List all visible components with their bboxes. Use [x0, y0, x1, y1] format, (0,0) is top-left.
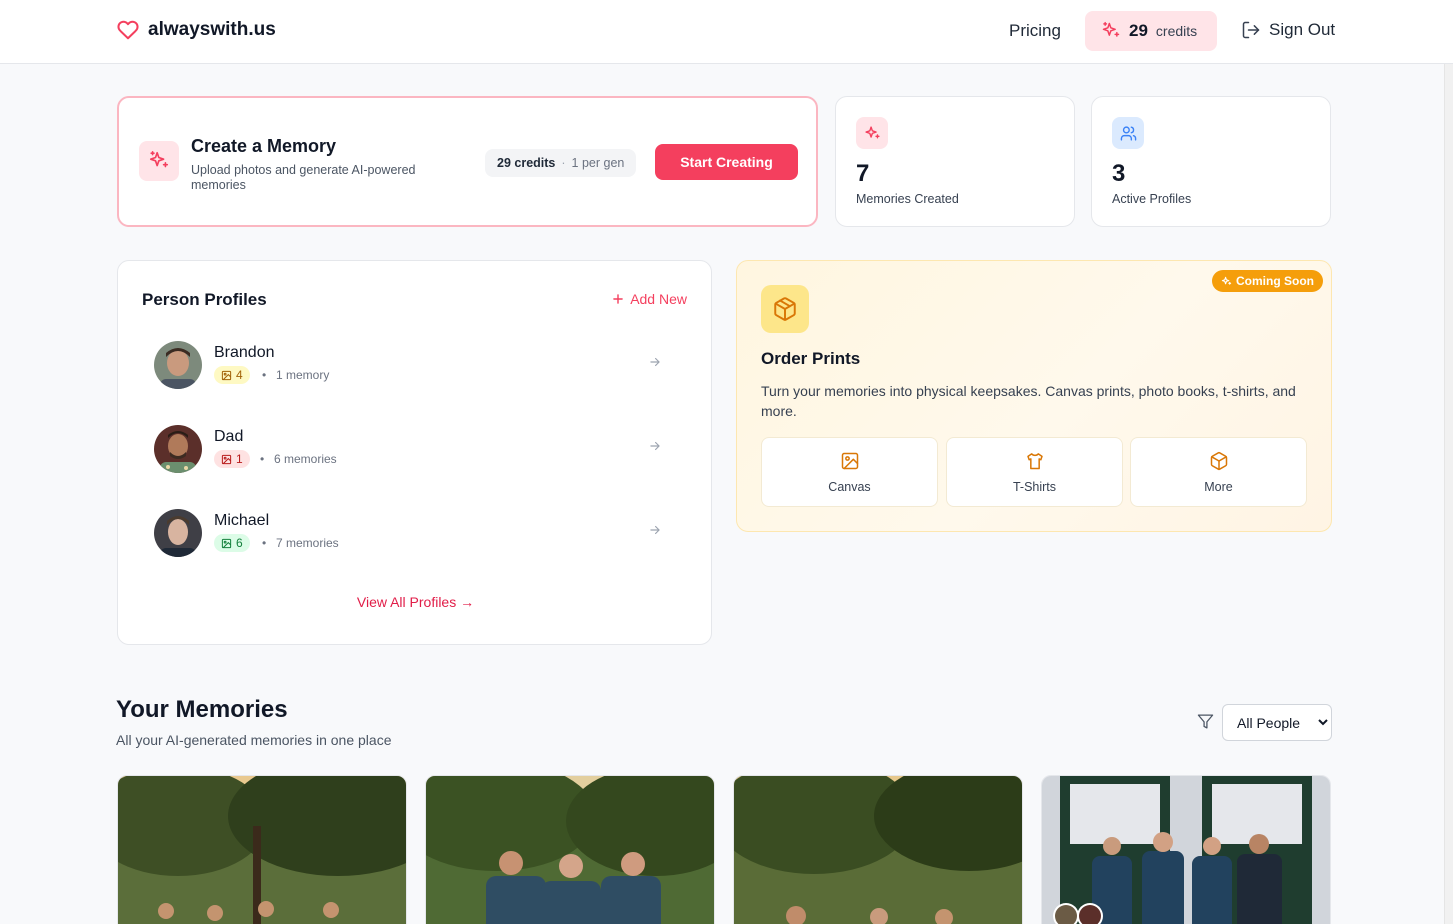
stat-icon-box [1112, 117, 1144, 149]
stat-value: 7 [856, 160, 870, 187]
arrow-right-icon [650, 525, 660, 535]
add-new-profile-button[interactable]: Add New [611, 291, 687, 307]
order-prints-card: Coming Soon Order Prints Turn your memor… [736, 260, 1332, 532]
filter-icon [1197, 714, 1214, 729]
sign-out-label: Sign Out [1269, 20, 1336, 39]
memory-thumbnail [1042, 776, 1330, 924]
memory-card[interactable] [425, 775, 715, 924]
photo-count: 1 [236, 452, 243, 466]
package-icon [774, 297, 796, 321]
package-icon [1210, 451, 1227, 471]
create-icon [139, 141, 179, 181]
users-icon [1120, 125, 1136, 141]
memory-card[interactable] [733, 775, 1023, 924]
logo[interactable]: alwayswith.us [117, 19, 276, 41]
photo-count-badge: 6 [214, 534, 250, 552]
memory-count: 1 memory [276, 368, 330, 382]
profile-row-brandon[interactable]: Brandon 4 • 1 memory [154, 341, 680, 391]
avatar [154, 341, 202, 389]
stat-card-memories: 7 Memories Created [835, 96, 1075, 227]
page-scrollbar[interactable] [1444, 0, 1453, 924]
stat-icon-box [856, 117, 888, 149]
photo-count-badge: 1 [214, 450, 250, 468]
per-gen-label: 1 per gen [571, 156, 625, 170]
shirt-icon [1026, 453, 1043, 470]
profile-name: Dad [214, 428, 244, 445]
separator-dot: • [260, 452, 265, 466]
create-memory-title: Create a Memory [191, 136, 337, 156]
credits-chip-count: 29 credits [497, 156, 556, 170]
memory-thumbnail [734, 776, 1022, 924]
create-memory-card: Create a Memory Upload photos and genera… [117, 96, 818, 227]
avatar [154, 509, 202, 557]
memory-card[interactable] [117, 775, 407, 924]
memory-count: 7 memories [276, 536, 339, 550]
credits-label: credits [1155, 23, 1198, 39]
image-icon [221, 538, 232, 548]
image-icon [221, 454, 232, 464]
package-icon-box [761, 285, 809, 333]
people-filter-select[interactable]: All People [1222, 704, 1332, 741]
logout-icon [1242, 21, 1260, 39]
profile-row-michael[interactable]: Michael 6 • 7 memories [154, 509, 680, 559]
print-option-tshirts[interactable]: T-Shirts [946, 437, 1123, 507]
sparkles-icon [864, 125, 880, 138]
credits-count: 29 [1129, 21, 1148, 40]
person-profiles-title: Person Profiles [142, 290, 267, 309]
heart-icon [117, 20, 139, 40]
separator-dot: • [262, 536, 267, 550]
logo-text: alwayswith.us [148, 19, 276, 40]
stat-card-profiles: 3 Active Profiles [1091, 96, 1331, 227]
memory-thumbnail [426, 776, 714, 924]
separator-dot: · [561, 156, 566, 170]
stat-label: Memories Created [856, 192, 959, 206]
sparkles-icon [149, 151, 169, 168]
your-memories-title: Your Memories [116, 696, 288, 723]
photo-count: 4 [236, 368, 243, 382]
add-new-label: Add New [630, 291, 687, 307]
arrow-right-icon [650, 357, 660, 367]
plus-icon [613, 294, 623, 304]
order-prints-description: Turn your memories into physical keepsak… [761, 383, 1296, 419]
sign-out-button[interactable]: Sign Out [1241, 20, 1335, 40]
memory-thumbnail [118, 776, 406, 924]
credits-badge[interactable]: 29 credits [1085, 11, 1217, 51]
coming-soon-badge: Coming Soon [1212, 270, 1323, 292]
sparkles-icon [1221, 276, 1232, 285]
profile-row-dad[interactable]: Dad 1 • 6 memories [154, 425, 680, 475]
profile-name: Brandon [214, 344, 275, 361]
view-all-profiles-link[interactable]: View All Profiles → [118, 594, 713, 610]
memory-card[interactable] [1041, 775, 1331, 924]
create-memory-description: Upload photos and generate AI-powered me… [191, 163, 416, 192]
avatar [154, 425, 202, 473]
print-option-label: T-Shirts [1012, 480, 1057, 494]
sparkles-icon [1102, 21, 1120, 37]
pricing-link[interactable]: Pricing [1009, 21, 1061, 41]
photo-count-badge: 4 [214, 366, 250, 384]
start-creating-button[interactable]: Start Creating [655, 144, 798, 180]
image-icon [221, 370, 232, 380]
stat-label: Active Profiles [1112, 192, 1192, 206]
person-profiles-card: Person Profiles Add New Brandon 4 • 1 me… [117, 260, 712, 645]
stat-value: 3 [1112, 160, 1126, 187]
print-option-label: Canvas [828, 480, 871, 494]
order-prints-title: Order Prints [761, 349, 861, 368]
memory-count: 6 memories [274, 452, 337, 466]
print-option-more[interactable]: More [1130, 437, 1307, 507]
top-navbar: alwayswith.us Pricing 29 credits Sign Ou… [0, 0, 1453, 64]
photo-count: 6 [236, 536, 243, 550]
profile-name: Michael [214, 512, 270, 529]
coming-soon-label: Coming Soon [1236, 274, 1314, 288]
print-option-canvas[interactable]: Canvas [761, 437, 938, 507]
your-memories-subtitle: All your AI-generated memories in one pl… [116, 732, 392, 748]
arrow-right-icon [650, 441, 660, 451]
separator-dot: • [262, 368, 267, 382]
credits-chip: 29 credits · 1 per gen [485, 149, 637, 177]
print-option-label: More [1204, 480, 1233, 494]
image-icon [841, 452, 858, 470]
